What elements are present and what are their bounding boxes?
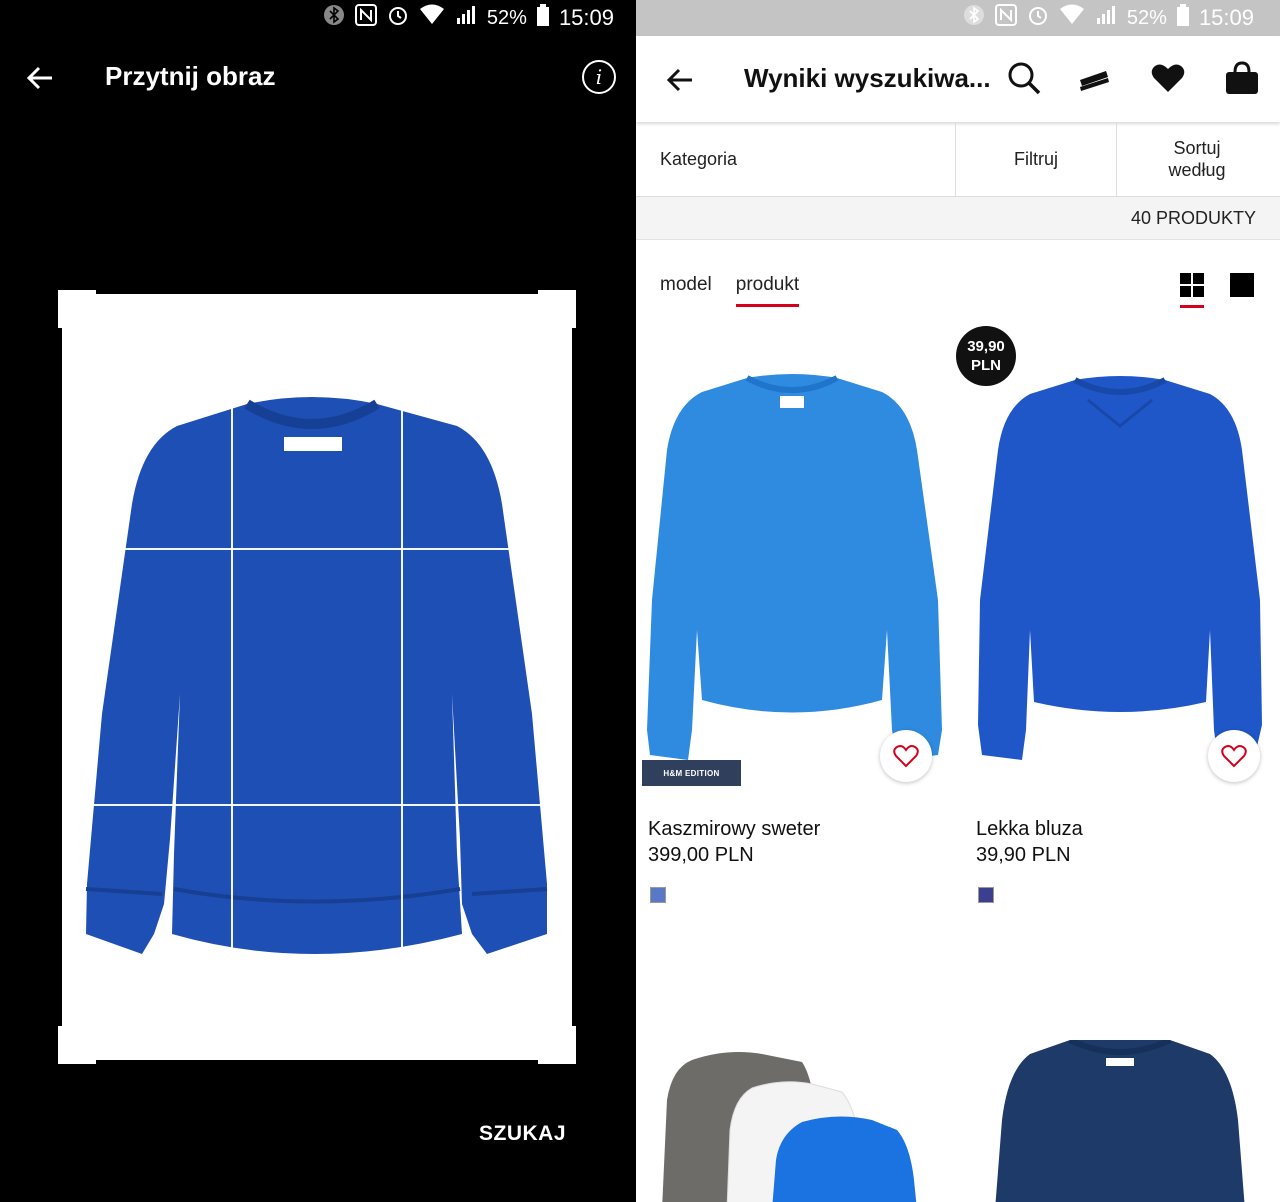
product-image: [995, 1040, 1245, 1202]
back-arrow-icon[interactable]: [26, 64, 54, 92]
signal-icon: [455, 4, 477, 32]
grid-line: [86, 548, 546, 550]
alarm-icon: [387, 4, 409, 32]
grid-view-icon[interactable]: [1180, 273, 1204, 308]
view-tabs: model produkt: [660, 274, 800, 307]
grid-line: [231, 404, 233, 950]
crop-toolbar: Przytnij obraz i: [0, 36, 636, 122]
heart-outline-icon: [1221, 745, 1247, 768]
crop-handle-top-right[interactable]: [538, 290, 576, 328]
battery-icon: [1176, 4, 1189, 32]
crop-frame[interactable]: [58, 290, 576, 1064]
product-price: 39,90 PLN: [976, 844, 1071, 866]
product-image-multipack: [662, 1052, 917, 1202]
results-count-bar: 40 PRODUKTY: [636, 197, 1280, 240]
tab-model[interactable]: model: [660, 274, 712, 307]
crop-handle-bottom-left[interactable]: [58, 1026, 96, 1064]
favorite-button[interactable]: [880, 730, 932, 782]
shopping-bag-icon[interactable]: [1224, 60, 1260, 96]
alarm-icon: [1027, 4, 1049, 32]
page-title: Wyniki wyszukiwa...: [744, 63, 991, 93]
color-swatch[interactable]: [650, 887, 666, 903]
battery-icon: [536, 4, 549, 32]
product-name[interactable]: Kaszmirowy sweter: [648, 818, 820, 841]
sort-button[interactable]: Sortuj według: [1117, 122, 1277, 196]
price-badge-currency: PLN: [971, 357, 1001, 374]
single-view-icon[interactable]: [1230, 273, 1254, 297]
bluetooth-icon: [963, 4, 985, 32]
wifi-icon: [419, 4, 445, 32]
status-bar: 52% 15:09: [323, 0, 614, 36]
card-icon[interactable]: [1076, 60, 1112, 96]
tab-produkt[interactable]: produkt: [735, 274, 800, 307]
filter-button[interactable]: Filtruj: [956, 122, 1117, 196]
search-icon[interactable]: [1006, 60, 1042, 96]
color-swatch[interactable]: [978, 887, 994, 903]
product-image: [647, 374, 942, 760]
heart-outline-icon: [893, 745, 919, 768]
results-screen: 52% 15:09 Wyniki wyszukiwa... Kategoria …: [636, 0, 1280, 1202]
battery-percent: 52%: [486, 6, 527, 29]
clock: 15:09: [1198, 5, 1254, 30]
signal-icon: [1095, 4, 1117, 32]
grid-line: [401, 404, 403, 950]
sweater-image: [85, 397, 548, 954]
grid-line: [86, 804, 546, 806]
sort-label-line2: według: [1168, 160, 1226, 180]
heart-icon[interactable]: [1150, 60, 1186, 96]
crop-screen: 52% 15:09 Przytnij obraz i SZUKAJ: [0, 0, 636, 1202]
edition-label: H&M EDITION: [642, 760, 741, 786]
price-badge: 39,90 PLN: [956, 326, 1016, 386]
page-title: Przytnij obraz: [105, 61, 276, 91]
filter-bar: Kategoria Filtruj Sortuj według: [636, 122, 1280, 197]
search-button[interactable]: SZUKAJ: [479, 1122, 566, 1146]
bluetooth-icon: [323, 4, 345, 32]
sort-label-line1: Sortuj: [1173, 138, 1221, 158]
product-name[interactable]: Lekka bluza: [976, 818, 1083, 841]
nfc-icon: [354, 4, 377, 32]
category-button[interactable]: Kategoria: [636, 122, 956, 196]
clock: 15:09: [558, 5, 614, 30]
crop-handle-bottom-right[interactable]: [538, 1026, 576, 1064]
battery-percent: 52%: [1126, 6, 1167, 29]
info-icon[interactable]: i: [582, 60, 616, 94]
product-image: [978, 376, 1262, 760]
status-bar: 52% 15:09: [636, 0, 1280, 36]
crop-handle-top-left[interactable]: [58, 290, 96, 328]
wifi-icon: [1059, 4, 1085, 32]
favorite-button[interactable]: [1208, 730, 1260, 782]
product-price: 399,00 PLN: [648, 844, 754, 866]
app-bar: Wyniki wyszukiwa...: [636, 36, 1280, 122]
back-arrow-icon[interactable]: [666, 66, 694, 94]
price-badge-amount: 39,90: [967, 338, 1005, 355]
nfc-icon: [994, 4, 1017, 32]
results-count: 40 PRODUKTY: [1130, 208, 1256, 228]
